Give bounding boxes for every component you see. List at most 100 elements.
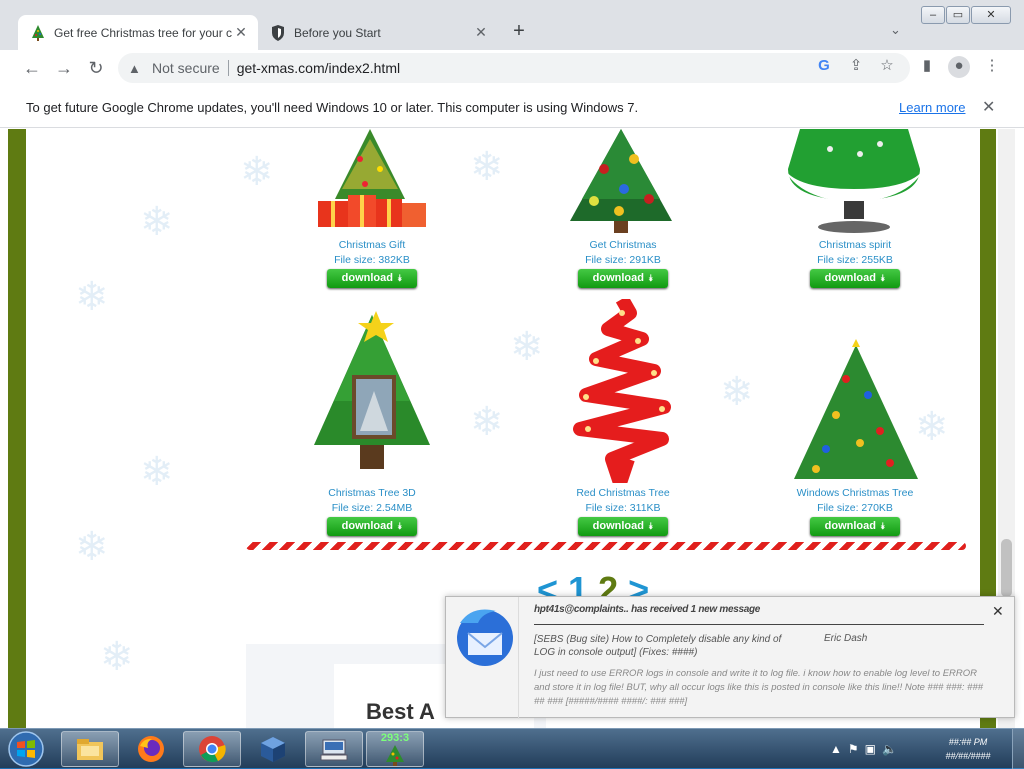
notification-rule: [534, 624, 984, 625]
side-panel-icon[interactable]: ▮: [917, 56, 937, 76]
close-tab-icon[interactable]: ✕: [232, 24, 250, 41]
close-window-button[interactable]: ✕: [971, 6, 1011, 24]
download-label: download: [824, 272, 876, 284]
product-name[interactable]: Christmas spirit: [785, 239, 925, 251]
candy-cane-divider: [246, 542, 966, 550]
get-christmas-image: [570, 129, 672, 233]
download-arrow-icon: ⯯: [879, 521, 886, 531]
product-size: File size: 291KB: [585, 254, 661, 266]
product-name[interactable]: Get Christmas: [553, 239, 693, 251]
product-name[interactable]: Christmas Gift: [302, 239, 442, 251]
share-icon[interactable]: ⇪: [846, 56, 866, 76]
product-size: File size: 255KB: [817, 254, 893, 266]
download-button[interactable]: download ⯯: [578, 269, 668, 288]
product-card: Christmas Gift File size: 382KB download…: [302, 239, 442, 288]
download-button[interactable]: download ⯯: [578, 517, 668, 536]
new-tab-button[interactable]: +: [508, 21, 530, 43]
notification-sender: Eric Dash: [824, 633, 868, 644]
tree-counter-taskbar-icon[interactable]: 293:3: [366, 731, 424, 767]
notification-subject: [SEBS (Bug site) How to Completely disab…: [534, 634, 782, 658]
url-text: get-xmas.com/index2.html: [236, 60, 401, 76]
warning-triangle-icon: ▲: [128, 60, 141, 76]
download-button[interactable]: download ⯯: [810, 269, 900, 288]
chrome-taskbar-icon[interactable]: [183, 731, 241, 767]
close-tab-icon[interactable]: ✕: [472, 24, 490, 41]
maximize-button[interactable]: ▭: [946, 6, 970, 24]
product-card: Christmas spirit File size: 255KB downlo…: [785, 239, 925, 288]
download-button[interactable]: download ⯯: [810, 517, 900, 536]
back-arrow-icon[interactable]: ←: [20, 56, 44, 80]
forward-arrow-icon[interactable]: →: [52, 56, 76, 80]
tab-title: Get free Christmas tree for your c: [54, 25, 232, 40]
address-bar[interactable]: ▲ Not secure get-xmas.com/index2.html: [118, 53, 910, 83]
mail-notification-popup[interactable]: hpt41s@complaints.. has received 1 new m…: [445, 596, 1015, 719]
christmas-tree-icon: [30, 24, 46, 41]
reload-icon[interactable]: ↻: [84, 56, 108, 80]
file-explorer-taskbar-icon[interactable]: [61, 731, 119, 767]
tab-title: Before you Start: [294, 25, 381, 40]
download-button[interactable]: download ⯯: [327, 517, 417, 536]
product-size: File size: 311KB: [585, 502, 661, 514]
tray-chevron-up-icon[interactable]: ▲: [830, 742, 842, 756]
clock-date: ##/##/####: [945, 751, 991, 761]
product-name[interactable]: Red Christmas Tree: [553, 487, 693, 499]
tab-search-chevron-icon[interactable]: ⌄: [890, 22, 901, 38]
download-label: download: [341, 520, 393, 532]
product-name[interactable]: Christmas Tree 3D: [302, 487, 442, 499]
minimize-button[interactable]: –: [921, 6, 945, 24]
download-arrow-icon: ⯯: [647, 273, 654, 283]
snowflake-icon: ❄: [720, 370, 754, 414]
product-card: Get Christmas File size: 291KB download ⯯: [553, 239, 693, 288]
download-button[interactable]: download ⯯: [327, 269, 417, 288]
snowflake-icon: ❄: [470, 145, 504, 189]
clock-time: ##:## PM: [948, 737, 988, 747]
firefox-taskbar-icon[interactable]: [122, 731, 180, 767]
network-icon[interactable]: ▣: [865, 742, 876, 756]
snowflake-icon: ❄: [140, 200, 174, 244]
red-christmas-tree-image: [573, 299, 671, 483]
shield-icon: [270, 24, 286, 41]
tree-counter-label: 293:3: [380, 731, 410, 744]
download-arrow-icon: ⯯: [396, 521, 403, 531]
close-notification-icon[interactable]: ✕: [992, 603, 1004, 620]
thunderbird-icon: [457, 609, 513, 666]
tab-christmas-tree[interactable]: Get free Christmas tree for your c ✕: [18, 15, 258, 50]
system-tray: ▲ ⚑ ▣ 🔈: [830, 729, 903, 769]
christmas-tree-3d-image: [314, 311, 430, 469]
show-desktop-button[interactable]: [1012, 729, 1024, 769]
snowflake-icon: ❄: [140, 450, 174, 494]
keyboard-app-taskbar-icon[interactable]: [305, 731, 363, 767]
snowflake-icon: ❄: [470, 400, 504, 444]
windows-start-button[interactable]: [4, 730, 48, 768]
windows-christmas-tree-image: [794, 339, 918, 479]
product-size: File size: 270KB: [817, 502, 893, 514]
download-arrow-icon: ⯯: [879, 273, 886, 283]
product-size: File size: 2.54MB: [331, 502, 413, 514]
scrollbar-thumb[interactable]: [1001, 539, 1012, 597]
product-size: File size: 382KB: [334, 254, 410, 266]
product-name[interactable]: Windows Christmas Tree: [785, 487, 925, 499]
learn-more-link[interactable]: Learn more: [899, 100, 965, 115]
snowflake-icon: ❄: [75, 525, 109, 569]
virtualbox-taskbar-icon[interactable]: [244, 731, 302, 767]
best-section-title: Best A: [366, 699, 435, 724]
notification-body: I just need to use ERROR logs in console…: [534, 668, 984, 707]
tab-before-you-start[interactable]: Before you Start ✕: [258, 15, 498, 50]
menu-kebab-icon[interactable]: ⋮: [982, 56, 1002, 76]
infobar-message: To get future Google Chrome updates, you…: [26, 100, 639, 115]
system-clock[interactable]: ##:## PM ##/##/####: [930, 735, 1006, 763]
download-label: download: [592, 272, 644, 284]
windows-taskbar: 293:3 ▲ ⚑ ▣ 🔈 ##:## PM ##/##/####: [0, 728, 1024, 769]
volume-icon[interactable]: 🔈: [882, 742, 897, 756]
profile-avatar-icon[interactable]: ●: [948, 56, 970, 78]
product-card: Christmas Tree 3D File size: 2.54MB down…: [302, 487, 442, 536]
close-infobar-icon[interactable]: ✕: [982, 97, 995, 117]
left-green-border: [8, 129, 26, 728]
action-center-flag-icon[interactable]: ⚑: [848, 742, 859, 756]
browser-toolbar: ← → ↻ ▲ Not secure get-xmas.com/index2.h…: [0, 50, 1024, 86]
snowflake-icon: ❄: [240, 150, 274, 194]
notification-divider: [518, 597, 519, 719]
google-lens-icon[interactable]: G: [814, 56, 834, 76]
bookmark-star-icon[interactable]: ☆: [877, 56, 897, 76]
christmas-spirit-image: [784, 129, 924, 233]
